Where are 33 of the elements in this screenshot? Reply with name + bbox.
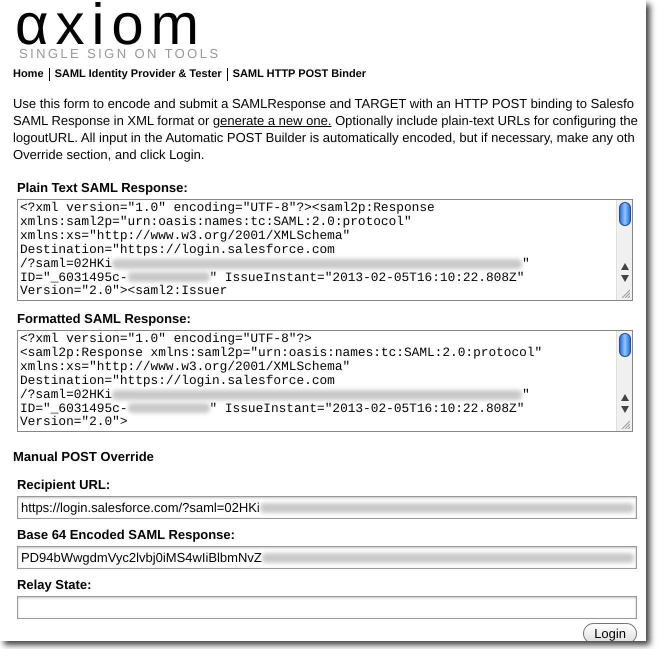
logo-wordmark: αxiom <box>15 2 206 46</box>
text-area[interactable]: <?xml version="1.0" encoding="UTF-8"?><saml2p:Response xmlns:saml2p="urn:oasis:names:tc:SAML:2.0:protocol" xmlns:xs="http://www.w3.org/2001/XMLSchema" Destination="https://login.salesforce.com /?saml=02HKi " ID="_6031495c- " IssueInstant="2013-02-05T16:10:22.808Z" Version="2.0"><saml2:Issuer <box>17 199 633 301</box>
intro-text: Optionally include plain-text URLs for configuring the <box>334 113 638 128</box>
nav-link[interactable]: Home <box>13 67 44 81</box>
input-field[interactable]: PD94bWwgdmVyc2lvbj0iMS4wIiBlbmNvZ <box>17 546 637 569</box>
field-label: Formatted SAML Response: <box>17 311 192 327</box>
intro-text: SAML Response in XML format or <box>13 113 210 128</box>
down-arrow-icon[interactable] <box>620 406 628 413</box>
scrollbar-thumb[interactable] <box>618 202 630 226</box>
intro-text: logoutURL. All input in the Automatic POST Builder is automatically encoded, but if necessary, make any oth <box>13 129 636 146</box>
field-label: Plain Text SAML Response: <box>17 180 189 196</box>
up-arrow-icon[interactable] <box>620 263 628 270</box>
login-button[interactable]: Login <box>583 623 637 641</box>
intro-text: Use this form to encode and submit a SAMLResponse and TARGET with an HTTP POST binding to Salesfo <box>13 95 635 112</box>
logo-tagline: SINGLE SIGN ON TOOLS <box>18 46 220 61</box>
field-label: Recipient URL: <box>17 477 112 493</box>
text-area[interactable]: <?xml version="1.0" encoding="UTF-8"?> <saml2p:Response xmlns:saml2p="urn:oasis:names:tc:SAML:2.0:protocol" xmlns:xs="http://www.w3.org/2001/XMLSchema" Destination="https://login.salesforce.com /?saml=02HKi " ID="_6031495c- " IssueInstant="2013-02-05T16:10:22.808Z" Version="2.0"> <box>17 330 633 432</box>
intro-text: Override section, and click Login. <box>13 146 206 163</box>
field-label: Base 64 Encoded SAML Response: <box>17 527 236 543</box>
resize-grip-icon[interactable] <box>620 288 630 298</box>
section-heading: Manual POST Override <box>12 449 155 465</box>
up-arrow-icon[interactable] <box>620 394 628 401</box>
field-label: Relay State: <box>17 577 92 593</box>
nav-link[interactable]: SAML HTTP POST Binder <box>232 67 366 81</box>
resize-grip-icon[interactable] <box>620 419 630 429</box>
generate-link[interactable]: generate a new one. <box>212 113 332 128</box>
nav-link[interactable]: SAML Identity Provider & Tester <box>54 67 222 81</box>
scrollbar[interactable] <box>616 331 632 431</box>
down-arrow-icon[interactable] <box>620 275 628 282</box>
input-field[interactable] <box>17 596 637 619</box>
input-field[interactable]: https://login.salesforce.com/?saml=02HKi <box>17 496 637 519</box>
scrollbar-thumb[interactable] <box>618 333 630 357</box>
scrollbar[interactable] <box>616 200 632 300</box>
